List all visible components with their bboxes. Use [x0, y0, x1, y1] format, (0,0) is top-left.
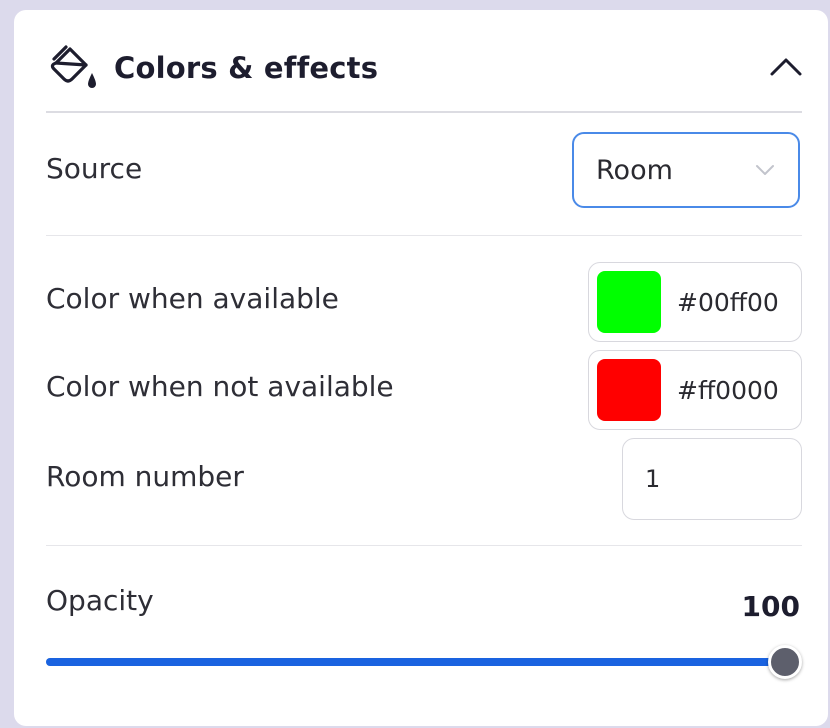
- source-select-value: Room: [596, 154, 673, 186]
- color-available-picker[interactable]: #00ff00: [588, 262, 802, 342]
- room-number-label: Room number: [46, 460, 244, 493]
- opacity-slider[interactable]: [46, 644, 802, 684]
- panel-title: Colors & effects: [114, 51, 379, 85]
- room-number-value: 1: [645, 465, 661, 493]
- room-number-input[interactable]: 1: [622, 438, 802, 520]
- color-not-available-label: Color when not available: [46, 370, 394, 403]
- slider-fill: [46, 658, 785, 666]
- color-not-available-swatch[interactable]: [597, 359, 661, 421]
- section-divider: [46, 545, 802, 546]
- paint-bucket-icon: [50, 45, 96, 88]
- color-not-available-picker[interactable]: #ff0000: [588, 350, 802, 430]
- opacity-label: Opacity: [46, 584, 154, 617]
- chevron-up-icon[interactable]: [766, 52, 806, 82]
- section-divider: [46, 235, 802, 236]
- header-divider: [46, 111, 802, 113]
- chevron-down-icon: [756, 165, 774, 175]
- source-label: Source: [46, 152, 143, 185]
- opacity-value: 100: [741, 590, 800, 623]
- color-available-label: Color when available: [46, 282, 339, 315]
- color-not-available-hex[interactable]: #ff0000: [677, 376, 779, 405]
- color-available-swatch[interactable]: [597, 271, 661, 333]
- colors-effects-panel: Colors & effects Source Room Color when …: [14, 10, 828, 726]
- color-available-hex[interactable]: #00ff00: [677, 288, 779, 317]
- slider-thumb[interactable]: [768, 645, 802, 679]
- source-select[interactable]: Room: [572, 132, 800, 208]
- panel-header[interactable]: Colors & effects: [46, 38, 806, 98]
